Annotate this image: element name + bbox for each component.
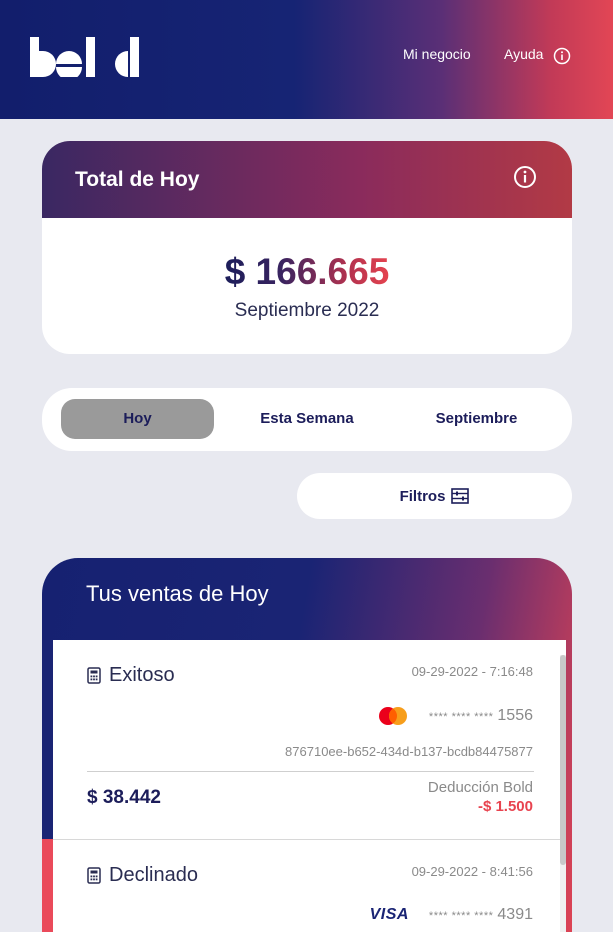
- nav-mi-negocio[interactable]: Mi negocio: [403, 46, 471, 62]
- period-tabs: Hoy Esta Semana Septiembre: [42, 388, 572, 451]
- bold-logo[interactable]: [30, 37, 142, 77]
- card-info: **** **** **** 1556: [377, 706, 533, 726]
- divider: [87, 771, 534, 772]
- sale-timestamp: 09-29-2022 - 7:16:48: [411, 664, 533, 679]
- total-today-card: Total de Hoy $ 166.665 Septiembre 2022: [42, 141, 572, 354]
- sale-timestamp: 09-29-2022 - 8:41:56: [411, 864, 533, 879]
- calculator-icon: [87, 667, 101, 684]
- sales-panel: Tus ventas de Hoy Exitoso 09-29-2022 - 7…: [42, 558, 572, 932]
- fee-value: -$ 1.500: [477, 798, 533, 815]
- sale-status: Exitoso: [87, 664, 175, 687]
- total-period: Septiembre 2022: [234, 300, 380, 321]
- sales-title: Tus ventas de Hoy: [86, 581, 269, 606]
- total-card-header: Total de Hoy: [42, 141, 572, 218]
- visa-icon: VISA: [369, 906, 409, 923]
- card-number: **** **** **** 1556: [428, 707, 533, 724]
- fee-label: Deducción Bold: [427, 779, 533, 796]
- sale-status-label: Exitoso: [109, 664, 175, 686]
- sale-amount: $ 38.442: [87, 787, 161, 808]
- mastercard-icon: [378, 707, 407, 725]
- sale-accent-bar: [42, 640, 53, 839]
- sale-accent-bar: [42, 839, 53, 932]
- sale-item[interactable]: Exitoso 09-29-2022 - 7:16:48 **** **** *…: [53, 640, 566, 839]
- nav-ayuda[interactable]: Ayuda: [504, 46, 543, 62]
- filters-button[interactable]: Filtros: [297, 473, 572, 519]
- info-circle-icon[interactable]: [553, 47, 571, 65]
- info-circle-icon[interactable]: [513, 165, 537, 189]
- tab-esta-semana[interactable]: Esta Semana: [230, 399, 384, 439]
- calculator-icon: [87, 867, 101, 884]
- sales-list[interactable]: Exitoso 09-29-2022 - 7:16:48 **** **** *…: [53, 640, 566, 932]
- sale-status-label: Declinado: [109, 864, 198, 886]
- total-amount: $ 166.665: [224, 251, 390, 292]
- tab-hoy[interactable]: Hoy: [61, 399, 214, 439]
- scrollbar-thumb[interactable]: [560, 655, 566, 865]
- sale-item[interactable]: Declinado 09-29-2022 - 8:41:56 VISA ****…: [53, 839, 566, 932]
- total-card-title: Total de Hoy: [75, 168, 200, 191]
- sale-status: Declinado: [87, 864, 198, 887]
- card-number: **** **** **** 4391: [428, 906, 533, 923]
- filter-icon: [451, 488, 470, 504]
- transaction-id: 876710ee-b652-434d-b137-bcdb84475877: [285, 744, 533, 759]
- top-header: Mi negocio Ayuda: [0, 0, 613, 119]
- card-info: VISA **** **** **** 4391: [370, 906, 533, 924]
- tab-septiembre[interactable]: Septiembre: [400, 399, 553, 439]
- filters-label: Filtros: [399, 487, 446, 505]
